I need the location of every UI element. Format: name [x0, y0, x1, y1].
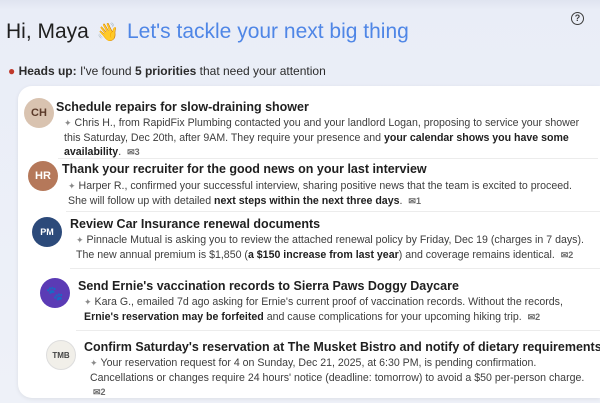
avatar-harper: HR	[28, 161, 58, 191]
priority-item-vaccination[interactable]: 🐾 Send Ernie's vaccination records to Si…	[18, 270, 600, 326]
headsup-pre: I've found	[76, 64, 135, 78]
sparkle-icon: ✦	[90, 358, 98, 368]
insurance-logo: PM	[32, 217, 62, 247]
summary-text-end: .	[118, 146, 122, 158]
sparkle-icon: ✦	[68, 181, 76, 191]
sparkle-icon: ✦	[84, 297, 92, 307]
thread-count-value: 2	[100, 387, 106, 397]
headsup-count: 5 priorities	[134, 64, 197, 78]
priority-title: Schedule repairs for slow-draining showe…	[56, 100, 309, 114]
warning-icon: ●	[8, 64, 16, 78]
sparkle-icon: ✦	[64, 118, 72, 128]
priority-item-reservation[interactable]: TMB Confirm Saturday's reservation at Th…	[18, 332, 600, 397]
thread-count[interactable]: ✉1	[408, 196, 421, 206]
priority-summary: ✦ Kara G., emailed 7d ago asking for Erni…	[84, 295, 592, 324]
thread-count-value: 2	[535, 311, 541, 322]
priority-summary: ✦ Your reservation request for 4 on Sunda…	[90, 356, 590, 398]
thread-count[interactable]: ✉2	[528, 312, 541, 322]
summary-bold: next steps within the next three days	[214, 194, 400, 207]
priority-title: Send Ernie's vaccination records to Sier…	[78, 279, 459, 293]
thread-count-value: 3	[134, 147, 140, 157]
avatar-chris: CH	[24, 98, 54, 128]
bistro-logo: TMB	[46, 340, 76, 370]
priority-item-shower[interactable]: CH Schedule repairs for slow-draining sh…	[18, 92, 600, 158]
thread-count[interactable]: ✉3	[127, 147, 140, 157]
priority-item-recruiter[interactable]: HR Thank your recruiter for the good new…	[18, 159, 600, 215]
thread-count-value: 1	[415, 195, 421, 206]
priority-summary: ✦ Harper R., confirmed your successful in…	[68, 179, 588, 208]
summary-bold: a $150 increase from last year	[247, 248, 399, 261]
priority-title: Confirm Saturday's reservation at The Mu…	[84, 340, 600, 354]
greeting-tagline: Let's tackle your next big thing	[126, 20, 409, 43]
summary-bold: Ernie's reservation may be forfeited	[84, 310, 264, 323]
greeting-heading: Hi, Maya 👋 Let's tackle your next big th…	[6, 20, 409, 44]
thread-count[interactable]: ✉2	[561, 250, 574, 260]
priority-title: Review Car Insurance renewal documents	[70, 217, 321, 231]
headsup-post: that need your attention	[196, 64, 326, 78]
thread-count[interactable]: ✉2	[93, 387, 106, 397]
headsup-line: ● Heads up: I've found 5 priorities that…	[8, 64, 326, 78]
greeting-hi: Hi, Maya	[6, 20, 89, 43]
priority-title: Thank your recruiter for the good news o…	[62, 162, 427, 176]
summary-text-end: ) and coverage remains identical.	[398, 248, 555, 261]
divider	[76, 330, 600, 331]
headsup-label: Heads up:	[18, 64, 77, 78]
priorities-card: CH Schedule repairs for slow-draining sh…	[18, 86, 600, 398]
thread-count-value: 2	[568, 249, 574, 260]
summary-text-end: .	[399, 194, 403, 207]
top-shadow	[0, 0, 600, 10]
question-circle-icon[interactable]: ?	[571, 12, 584, 25]
sparkle-icon: ✦	[76, 235, 84, 245]
priority-summary: ✦ Chris H., from RapidFix Plumbing contac…	[64, 116, 584, 160]
divider	[70, 268, 600, 269]
summary-text-end: and cause complications for your upcomin…	[263, 310, 522, 323]
paw-icon: 🐾	[40, 278, 70, 308]
summary-text: Kara G., emailed 7d ago asking for Ernie…	[94, 296, 563, 308]
priority-summary: ✦ Pinnacle Mutual is asking you to review…	[76, 233, 588, 262]
priority-item-insurance[interactable]: PM Review Car Insurance renewal document…	[18, 212, 600, 266]
summary-text: Your reservation request for 4 on Sunday…	[90, 357, 585, 384]
wave-icon: 👋	[96, 22, 120, 42]
